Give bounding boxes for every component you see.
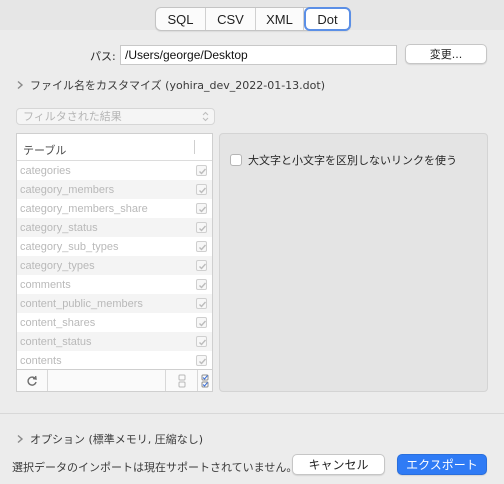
checkmark-icon (199, 301, 207, 308)
table-row-name: content_status (20, 335, 92, 348)
checkmark-icon (199, 206, 207, 213)
checkmark-icon (199, 168, 207, 175)
table-row[interactable]: content_public_members (17, 294, 212, 313)
tab-xml[interactable]: XML (256, 8, 304, 30)
table-row-name: category_members_share (20, 202, 148, 215)
table-row[interactable]: contents (17, 351, 212, 370)
table-row[interactable]: comments (17, 275, 212, 294)
table-row-checkbox[interactable] (196, 298, 207, 309)
case-insensitive-links-label: 大文字と小文字を区別しないリンクを使う (248, 154, 457, 167)
footer-divider (165, 370, 166, 391)
cancel-button[interactable]: キャンセル (292, 454, 385, 475)
table-header-label: テーブル (23, 144, 67, 157)
options-disclosure-label: オプション (標準メモリ, 圧縮なし) (30, 433, 204, 446)
filename-disclosure[interactable]: ファイル名をカスタマイズ (yohira_dev_2022-01-13.dot) (16, 77, 325, 93)
table-row-name: categories (20, 164, 71, 177)
checkmark-icon (199, 244, 207, 251)
table-row[interactable]: category_members_share (17, 199, 212, 218)
table-row-name: category_status (20, 221, 98, 234)
format-segmented-control: SQL CSV XML Dot (155, 7, 351, 31)
table-row-name: content_shares (20, 316, 96, 329)
tab-csv[interactable]: CSV (206, 8, 256, 30)
chevron-right-icon (17, 80, 24, 90)
select-none-button[interactable] (167, 370, 197, 391)
checkmark-icon (199, 187, 207, 194)
path-label: パス: (90, 50, 116, 63)
select-all-button[interactable] (198, 370, 212, 391)
section-divider (0, 413, 504, 414)
checkmark-icon (199, 263, 207, 270)
options-panel: 大文字と小文字を区別しないリンクを使う (219, 133, 488, 392)
table-row[interactable]: category_status (17, 218, 212, 237)
checkmark-icon (199, 225, 207, 232)
table-row-name: category_types (20, 259, 95, 272)
case-insensitive-links-checkbox[interactable] (230, 154, 242, 166)
table-row[interactable]: content_shares (17, 313, 212, 332)
table-row-checkbox[interactable] (196, 241, 207, 252)
footer-divider (47, 370, 48, 391)
table-header: テーブル (17, 134, 212, 161)
filename-disclosure-label: ファイル名をカスタマイズ (yohira_dev_2022-01-13.dot) (30, 79, 325, 92)
refresh-button[interactable] (17, 370, 47, 391)
table-row-checkbox[interactable] (196, 317, 207, 328)
table-row-name: comments (20, 278, 71, 291)
table-row-checkbox[interactable] (196, 184, 207, 195)
checkmark-icon (199, 339, 207, 346)
table-rows: categories category_members category_membe… (17, 161, 212, 370)
filter-popup[interactable]: フィルタされた結果 (16, 108, 215, 125)
table-row[interactable]: categories (17, 161, 212, 180)
checkmark-icon (199, 358, 207, 365)
path-field[interactable]: /Users/george/Desktop (120, 45, 397, 65)
table-row-checkbox[interactable] (196, 355, 207, 366)
up-down-chevron-icon (202, 111, 209, 122)
filter-popup-value: フィルタされた結果 (23, 110, 122, 123)
header-separator (194, 140, 195, 154)
table-row-checkbox[interactable] (196, 203, 207, 214)
table-row[interactable]: category_sub_types (17, 237, 212, 256)
select-none-icon (178, 374, 186, 387)
table-row-checkbox[interactable] (196, 165, 207, 176)
table-row-name: category_sub_types (20, 240, 119, 253)
chevron-right-icon (17, 434, 24, 444)
table-row-checkbox[interactable] (196, 336, 207, 347)
select-all-icon (201, 374, 209, 387)
export-button[interactable]: エクスポート (397, 454, 487, 475)
status-message: 選択データのインポートは現在サポートされていません。 (12, 461, 298, 474)
table-row-checkbox[interactable] (196, 222, 207, 233)
table-row-name: contents (20, 354, 62, 367)
tab-dot[interactable]: Dot (304, 7, 351, 31)
table-row-checkbox[interactable] (196, 279, 207, 290)
checkmark-icon (199, 320, 207, 327)
table-row[interactable]: content_status (17, 332, 212, 351)
table-list: テーブル categories category_members category_… (16, 133, 213, 392)
checkmark-icon (199, 282, 207, 289)
table-row[interactable]: category_members (17, 180, 212, 199)
table-row-name: content_public_members (20, 297, 143, 310)
table-row-name: category_members (20, 183, 115, 196)
table-row-checkbox[interactable] (196, 260, 207, 271)
table-footer (17, 369, 212, 391)
change-path-button[interactable]: 変更... (405, 44, 487, 64)
case-insensitive-links-option[interactable]: 大文字と小文字を区別しないリンクを使う (230, 152, 457, 168)
table-row[interactable]: category_types (17, 256, 212, 275)
refresh-icon (27, 375, 37, 386)
tab-sql[interactable]: SQL (156, 8, 206, 30)
options-disclosure[interactable]: オプション (標準メモリ, 圧縮なし) (16, 431, 203, 447)
